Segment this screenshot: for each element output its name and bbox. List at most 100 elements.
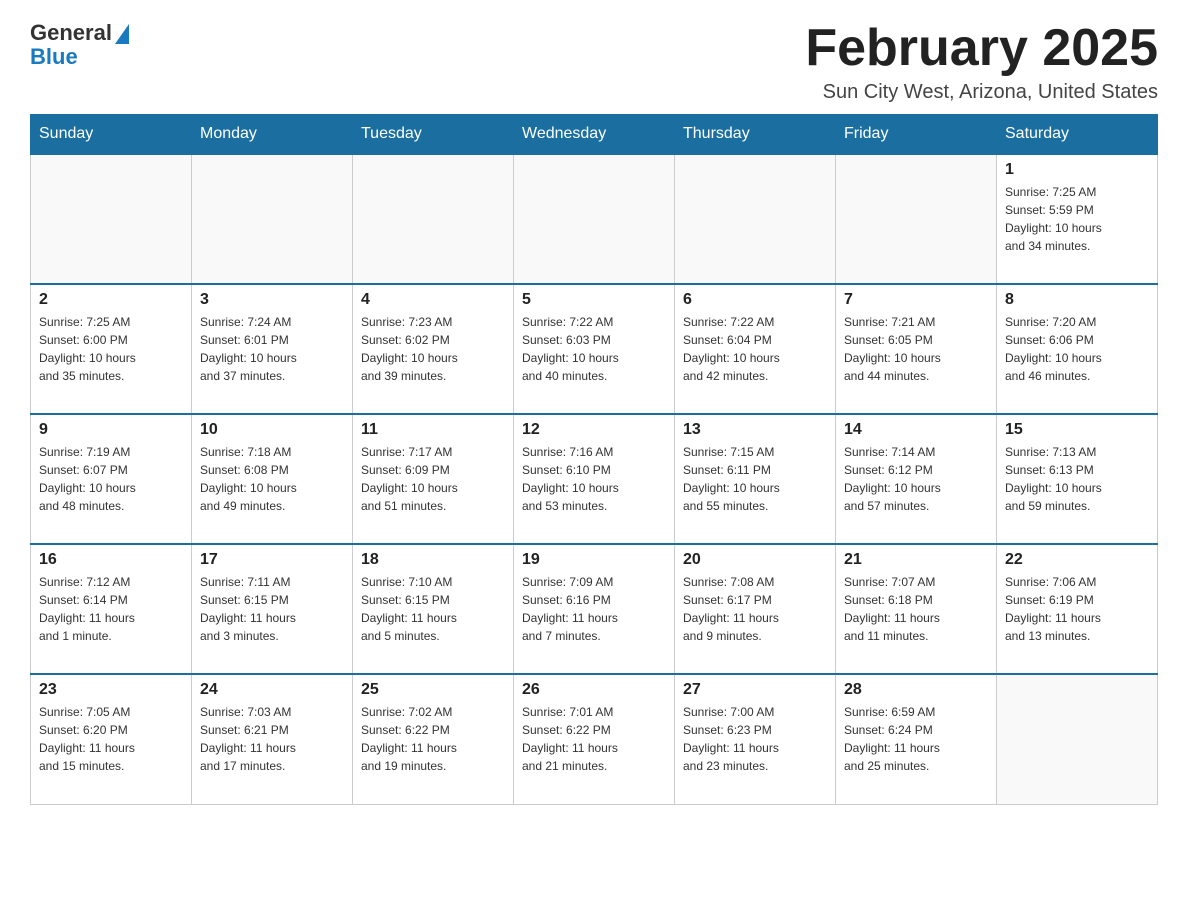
calendar-cell <box>997 674 1158 804</box>
day-number: 8 <box>1005 291 1149 309</box>
day-info: Sunrise: 7:25 AM Sunset: 5:59 PM Dayligh… <box>1005 183 1149 255</box>
calendar-cell <box>514 154 675 284</box>
calendar-cell: 26 Sunrise: 7:01 AM Sunset: 6:22 PM Dayli… <box>514 674 675 804</box>
day-info: Sunrise: 7:08 AM Sunset: 6:17 PM Dayligh… <box>683 573 827 645</box>
calendar-week-row: 2 Sunrise: 7:25 AM Sunset: 6:00 PM Daylig… <box>31 284 1158 414</box>
day-info: Sunrise: 7:12 AM Sunset: 6:14 PM Dayligh… <box>39 573 183 645</box>
calendar-week-row: 1 Sunrise: 7:25 AM Sunset: 5:59 PM Daylig… <box>31 154 1158 284</box>
day-info: Sunrise: 7:10 AM Sunset: 6:15 PM Dayligh… <box>361 573 505 645</box>
day-number: 22 <box>1005 551 1149 569</box>
day-info: Sunrise: 7:14 AM Sunset: 6:12 PM Dayligh… <box>844 443 988 515</box>
day-info: Sunrise: 7:24 AM Sunset: 6:01 PM Dayligh… <box>200 313 344 385</box>
calendar-week-row: 9 Sunrise: 7:19 AM Sunset: 6:07 PM Daylig… <box>31 414 1158 544</box>
calendar-cell: 16 Sunrise: 7:12 AM Sunset: 6:14 PM Dayli… <box>31 544 192 674</box>
day-number: 14 <box>844 421 988 439</box>
calendar-cell: 1 Sunrise: 7:25 AM Sunset: 5:59 PM Daylig… <box>997 154 1158 284</box>
day-info: Sunrise: 7:03 AM Sunset: 6:21 PM Dayligh… <box>200 703 344 775</box>
calendar-cell <box>31 154 192 284</box>
day-info: Sunrise: 7:16 AM Sunset: 6:10 PM Dayligh… <box>522 443 666 515</box>
day-number: 12 <box>522 421 666 439</box>
weekday-header-thursday: Thursday <box>675 115 836 155</box>
calendar-cell <box>192 154 353 284</box>
day-info: Sunrise: 7:09 AM Sunset: 6:16 PM Dayligh… <box>522 573 666 645</box>
calendar-cell: 5Sunrise: 7:22 AM Sunset: 6:03 PM Daylig… <box>514 284 675 414</box>
day-number: 23 <box>39 681 183 699</box>
day-info: Sunrise: 6:59 AM Sunset: 6:24 PM Dayligh… <box>844 703 988 775</box>
calendar-cell: 9 Sunrise: 7:19 AM Sunset: 6:07 PM Daylig… <box>31 414 192 544</box>
calendar-cell: 28 Sunrise: 6:59 AM Sunset: 6:24 PM Dayli… <box>836 674 997 804</box>
calendar-cell <box>353 154 514 284</box>
calendar-cell: 14 Sunrise: 7:14 AM Sunset: 6:12 PM Dayli… <box>836 414 997 544</box>
day-info: Sunrise: 7:00 AM Sunset: 6:23 PM Dayligh… <box>683 703 827 775</box>
day-info: Sunrise: 7:20 AM Sunset: 6:06 PM Dayligh… <box>1005 313 1149 385</box>
calendar-cell: 22 Sunrise: 7:06 AM Sunset: 6:19 PM Dayli… <box>997 544 1158 674</box>
day-number: 2 <box>39 291 183 309</box>
day-number: 21 <box>844 551 988 569</box>
day-info: Sunrise: 7:23 AM Sunset: 6:02 PM Dayligh… <box>361 313 505 385</box>
day-info: Sunrise: 7:18 AM Sunset: 6:08 PM Dayligh… <box>200 443 344 515</box>
calendar-cell: 3 Sunrise: 7:24 AM Sunset: 6:01 PM Daylig… <box>192 284 353 414</box>
calendar-week-row: 16 Sunrise: 7:12 AM Sunset: 6:14 PM Dayli… <box>31 544 1158 674</box>
calendar-cell: 13 Sunrise: 7:15 AM Sunset: 6:11 PM Dayli… <box>675 414 836 544</box>
calendar-cell: 15Sunrise: 7:13 AM Sunset: 6:13 PM Dayli… <box>997 414 1158 544</box>
day-number: 10 <box>200 421 344 439</box>
day-number: 5 <box>522 291 666 309</box>
title-section: February 2025 Sun City West, Arizona, Un… <box>805 20 1158 104</box>
logo-general-text: General <box>30 20 112 46</box>
weekday-header-friday: Friday <box>836 115 997 155</box>
calendar-cell: 18 Sunrise: 7:10 AM Sunset: 6:15 PM Dayli… <box>353 544 514 674</box>
logo-blue-text: Blue <box>30 44 78 70</box>
calendar-cell: 23 Sunrise: 7:05 AM Sunset: 6:20 PM Dayli… <box>31 674 192 804</box>
day-number: 24 <box>200 681 344 699</box>
day-number: 18 <box>361 551 505 569</box>
day-number: 9 <box>39 421 183 439</box>
day-number: 7 <box>844 291 988 309</box>
day-number: 26 <box>522 681 666 699</box>
weekday-header-saturday: Saturday <box>997 115 1158 155</box>
calendar-cell: 10 Sunrise: 7:18 AM Sunset: 6:08 PM Dayli… <box>192 414 353 544</box>
calendar-cell: 17 Sunrise: 7:11 AM Sunset: 6:15 PM Dayli… <box>192 544 353 674</box>
day-number: 28 <box>844 681 988 699</box>
logo: General Blue <box>30 20 129 70</box>
calendar-cell: 27 Sunrise: 7:00 AM Sunset: 6:23 PM Dayli… <box>675 674 836 804</box>
day-number: 3 <box>200 291 344 309</box>
calendar-cell <box>836 154 997 284</box>
calendar-cell: 20Sunrise: 7:08 AM Sunset: 6:17 PM Dayli… <box>675 544 836 674</box>
calendar-week-row: 23 Sunrise: 7:05 AM Sunset: 6:20 PM Dayli… <box>31 674 1158 804</box>
day-info: Sunrise: 7:05 AM Sunset: 6:20 PM Dayligh… <box>39 703 183 775</box>
calendar-cell: 8 Sunrise: 7:20 AM Sunset: 6:06 PM Daylig… <box>997 284 1158 414</box>
day-info: Sunrise: 7:15 AM Sunset: 6:11 PM Dayligh… <box>683 443 827 515</box>
calendar-header-row: SundayMondayTuesdayWednesdayThursdayFrid… <box>31 115 1158 155</box>
day-number: 13 <box>683 421 827 439</box>
day-info: Sunrise: 7:22 AM Sunset: 6:04 PM Dayligh… <box>683 313 827 385</box>
logo-triangle-icon <box>115 24 129 44</box>
day-number: 16 <box>39 551 183 569</box>
day-number: 17 <box>200 551 344 569</box>
weekday-header-wednesday: Wednesday <box>514 115 675 155</box>
weekday-header-sunday: Sunday <box>31 115 192 155</box>
day-number: 19 <box>522 551 666 569</box>
day-info: Sunrise: 7:11 AM Sunset: 6:15 PM Dayligh… <box>200 573 344 645</box>
day-info: Sunrise: 7:17 AM Sunset: 6:09 PM Dayligh… <box>361 443 505 515</box>
day-number: 4 <box>361 291 505 309</box>
day-number: 27 <box>683 681 827 699</box>
day-number: 1 <box>1005 161 1149 179</box>
day-number: 6 <box>683 291 827 309</box>
calendar-cell: 4 Sunrise: 7:23 AM Sunset: 6:02 PM Daylig… <box>353 284 514 414</box>
day-number: 15 <box>1005 421 1149 439</box>
calendar-cell: 25Sunrise: 7:02 AM Sunset: 6:22 PM Dayli… <box>353 674 514 804</box>
calendar-cell: 7Sunrise: 7:21 AM Sunset: 6:05 PM Daylig… <box>836 284 997 414</box>
day-number: 25 <box>361 681 505 699</box>
day-number: 11 <box>361 421 505 439</box>
calendar-cell: 24 Sunrise: 7:03 AM Sunset: 6:21 PM Dayli… <box>192 674 353 804</box>
month-title: February 2025 <box>805 20 1158 77</box>
day-info: Sunrise: 7:06 AM Sunset: 6:19 PM Dayligh… <box>1005 573 1149 645</box>
day-info: Sunrise: 7:01 AM Sunset: 6:22 PM Dayligh… <box>522 703 666 775</box>
calendar-cell: 12 Sunrise: 7:16 AM Sunset: 6:10 PM Dayli… <box>514 414 675 544</box>
weekday-header-tuesday: Tuesday <box>353 115 514 155</box>
calendar-cell <box>675 154 836 284</box>
calendar-cell: 11 Sunrise: 7:17 AM Sunset: 6:09 PM Dayli… <box>353 414 514 544</box>
day-info: Sunrise: 7:25 AM Sunset: 6:00 PM Dayligh… <box>39 313 183 385</box>
calendar-cell: 6 Sunrise: 7:22 AM Sunset: 6:04 PM Daylig… <box>675 284 836 414</box>
day-info: Sunrise: 7:19 AM Sunset: 6:07 PM Dayligh… <box>39 443 183 515</box>
